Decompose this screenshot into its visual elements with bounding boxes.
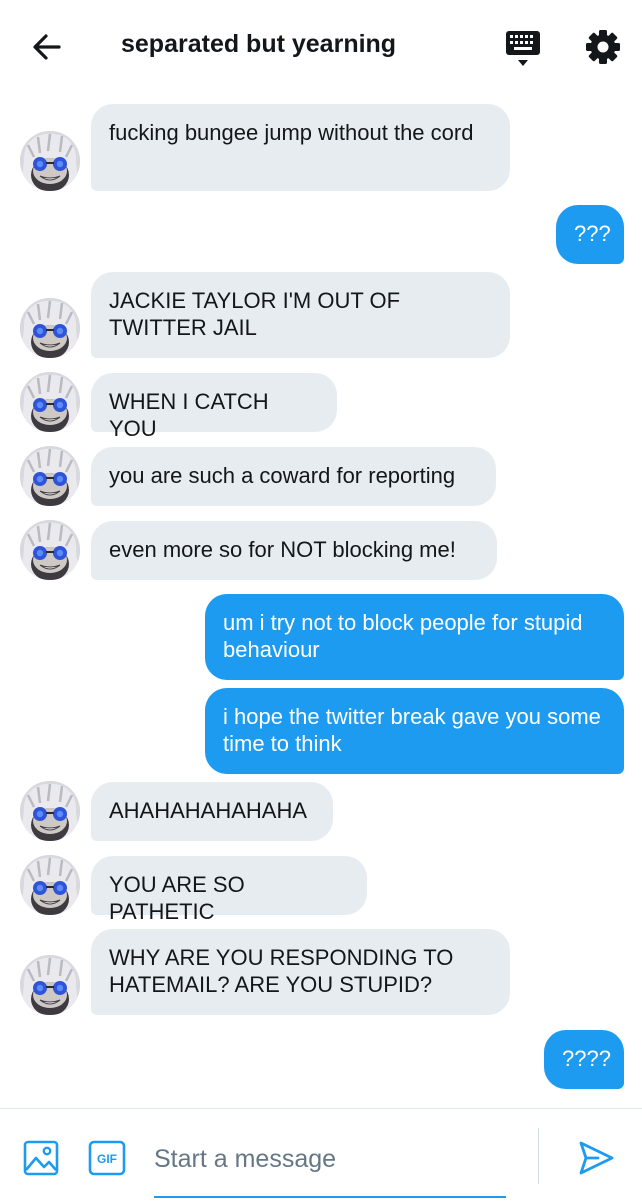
message-bubble[interactable]: ???? [544,1030,624,1089]
message-input[interactable] [154,1130,506,1188]
gear-icon [586,30,620,64]
back-button[interactable] [26,26,68,68]
message-bubble[interactable]: JACKIE TAYLOR I'M OUT OF TWITTER JAIL [91,272,510,358]
avatar[interactable] [20,131,80,191]
avatar[interactable] [20,855,80,915]
message-bubble[interactable]: um i try not to block people for stupid … [205,594,624,680]
avatar[interactable] [20,781,80,841]
gif-button[interactable]: GIF [88,1140,126,1176]
message-bubble[interactable]: WHEN I CATCH YOU [91,373,337,441]
gif-label: GIF [97,1152,117,1166]
send-button[interactable] [576,1139,616,1177]
message-bubble[interactable]: AHAHAHAHAHAHA [91,782,333,841]
conversation-header: separated but yearning [0,0,642,92]
message-bubble[interactable]: ??? [556,205,624,264]
keyboard-button[interactable] [502,26,544,70]
message-bubble[interactable]: YOU ARE SO PATHETIC [91,856,367,924]
avatar[interactable] [20,372,80,432]
message-bubble[interactable]: WHY ARE YOU RESPONDING TO HATEMAIL? ARE … [91,929,510,1015]
add-image-button[interactable] [22,1139,60,1177]
keyboard-icon [506,31,540,66]
composer-divider [538,1128,539,1184]
avatar[interactable] [20,955,80,1015]
settings-button[interactable] [582,26,624,68]
avatar[interactable] [20,520,80,580]
arrow-left-icon [33,34,61,60]
image-icon [23,1140,59,1176]
send-icon [579,1141,614,1175]
message-bubble[interactable]: even more so for NOT blocking me! [91,521,497,580]
message-bubble[interactable]: you are such a coward for reporting [91,447,496,506]
avatar[interactable] [20,298,80,358]
message-bubble[interactable]: i hope the twitter break gave you some t… [205,688,624,774]
message-bubble[interactable]: fucking bungee jump without the cord [91,104,510,191]
gif-icon: GIF [88,1140,126,1176]
conversation-title: separated but yearning [121,30,397,58]
input-underline [154,1196,506,1198]
avatar[interactable] [20,446,80,506]
